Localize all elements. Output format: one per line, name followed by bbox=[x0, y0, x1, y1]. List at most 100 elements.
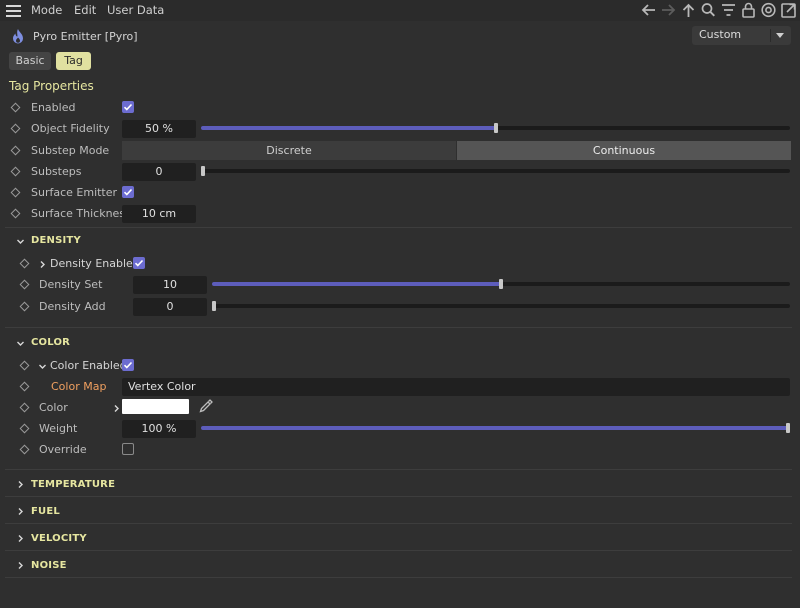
arrow-up-icon[interactable] bbox=[679, 1, 698, 19]
keyframe-diamond-icon[interactable] bbox=[10, 166, 21, 177]
keyframe-diamond-icon[interactable] bbox=[10, 123, 21, 134]
surface-emitter-label: Surface Emitter bbox=[31, 186, 118, 199]
chevron-down-icon[interactable] bbox=[16, 236, 25, 245]
temperature-group-title[interactable]: TEMPERATURE bbox=[31, 479, 115, 490]
preset-dropdown[interactable]: Custom bbox=[692, 26, 791, 45]
divider bbox=[5, 550, 792, 551]
slider-handle[interactable] bbox=[494, 123, 498, 133]
object-title: Pyro Emitter [Pyro] bbox=[33, 30, 138, 43]
slider-handle[interactable] bbox=[212, 301, 216, 311]
divider bbox=[5, 327, 792, 328]
enabled-checkbox[interactable] bbox=[122, 101, 134, 113]
chevron-down-icon bbox=[776, 33, 784, 38]
chevron-right-icon[interactable] bbox=[16, 533, 25, 542]
chevron-right-icon[interactable] bbox=[112, 403, 121, 412]
keyframe-diamond-icon[interactable] bbox=[10, 145, 21, 156]
preset-value: Custom bbox=[699, 28, 742, 41]
weight-label: Weight bbox=[39, 422, 78, 435]
substep-mode-discrete[interactable]: Discrete bbox=[122, 141, 456, 160]
menu-edit[interactable]: Edit bbox=[74, 3, 96, 17]
density-set-label: Density Set bbox=[39, 278, 103, 291]
density-group-title[interactable]: DENSITY bbox=[31, 235, 81, 246]
enabled-label: Enabled bbox=[31, 101, 76, 114]
keyframe-diamond-icon[interactable] bbox=[19, 402, 30, 413]
override-checkbox[interactable] bbox=[122, 443, 134, 455]
keyframe-diamond-icon[interactable] bbox=[10, 187, 21, 198]
slider-handle[interactable] bbox=[499, 279, 503, 289]
substeps-label: Substeps bbox=[31, 165, 82, 178]
color-enabled-label: Color Enabled bbox=[50, 359, 127, 372]
surface-thickness-label: Surface Thickness bbox=[31, 207, 131, 220]
slider-fill bbox=[201, 126, 496, 130]
density-add-field[interactable]: 0 bbox=[133, 298, 207, 316]
velocity-group-title[interactable]: VELOCITY bbox=[31, 533, 87, 544]
dropdown-separator bbox=[770, 29, 771, 42]
object-fidelity-field[interactable]: 50 % bbox=[122, 120, 196, 138]
keyframe-diamond-icon[interactable] bbox=[19, 381, 30, 392]
new-window-icon[interactable] bbox=[779, 1, 798, 19]
surface-thickness-field[interactable]: 10 cm bbox=[122, 205, 196, 223]
fuel-group-title[interactable]: FUEL bbox=[31, 506, 60, 517]
chevron-down-icon[interactable] bbox=[16, 338, 25, 347]
menu-user-data[interactable]: User Data bbox=[107, 3, 164, 17]
color-map-label: Color Map bbox=[51, 380, 107, 393]
keyframe-diamond-icon[interactable] bbox=[19, 258, 30, 269]
surface-emitter-checkbox[interactable] bbox=[122, 186, 134, 198]
substeps-field[interactable]: 0 bbox=[122, 163, 196, 181]
chevron-right-icon[interactable] bbox=[38, 259, 47, 268]
color-map-field[interactable]: Vertex Color bbox=[122, 378, 790, 396]
density-add-slider[interactable] bbox=[212, 301, 790, 311]
noise-group-title[interactable]: NOISE bbox=[31, 560, 67, 571]
override-label: Override bbox=[39, 443, 87, 456]
color-enabled-checkbox[interactable] bbox=[122, 359, 134, 371]
slider-fill bbox=[201, 426, 790, 430]
weight-slider[interactable] bbox=[201, 423, 790, 433]
slider-fill bbox=[212, 282, 501, 286]
pyro-flame-icon bbox=[10, 28, 26, 45]
menu-bar: Mode Edit User Data bbox=[0, 0, 800, 21]
object-fidelity-label: Object Fidelity bbox=[31, 122, 110, 135]
keyframe-diamond-icon[interactable] bbox=[10, 102, 21, 113]
tag-properties-heading: Tag Properties bbox=[9, 79, 94, 93]
color-group-title[interactable]: COLOR bbox=[31, 337, 70, 348]
divider bbox=[5, 469, 792, 470]
divider bbox=[5, 577, 792, 578]
keyframe-diamond-icon[interactable] bbox=[10, 208, 21, 219]
slider-handle[interactable] bbox=[201, 166, 205, 176]
keyframe-diamond-icon[interactable] bbox=[19, 360, 30, 371]
search-icon[interactable] bbox=[699, 1, 718, 19]
arrow-right-icon[interactable] bbox=[659, 1, 678, 19]
color-swatch[interactable] bbox=[122, 399, 189, 414]
density-enabled-checkbox[interactable] bbox=[133, 257, 145, 269]
lock-icon[interactable] bbox=[739, 1, 758, 19]
menu-mode[interactable]: Mode bbox=[31, 3, 62, 17]
keyframe-diamond-icon[interactable] bbox=[19, 279, 30, 290]
chevron-right-icon[interactable] bbox=[16, 506, 25, 515]
hamburger-menu-icon[interactable] bbox=[6, 5, 21, 17]
keyframe-diamond-icon[interactable] bbox=[19, 444, 30, 455]
substep-mode-continuous[interactable]: Continuous bbox=[457, 141, 791, 160]
tab-tag[interactable]: Tag bbox=[56, 52, 91, 70]
substeps-slider[interactable] bbox=[201, 166, 790, 176]
arrow-left-icon[interactable] bbox=[639, 1, 658, 19]
density-set-field[interactable]: 10 bbox=[133, 276, 207, 294]
divider bbox=[5, 496, 792, 497]
keyframe-diamond-icon[interactable] bbox=[19, 423, 30, 434]
object-fidelity-slider[interactable] bbox=[201, 123, 790, 133]
slider-handle[interactable] bbox=[786, 423, 790, 433]
chevron-right-icon[interactable] bbox=[16, 479, 25, 488]
density-add-label: Density Add bbox=[39, 300, 106, 313]
density-enabled-label: Density Enabled bbox=[50, 257, 140, 270]
density-set-slider[interactable] bbox=[212, 279, 790, 289]
keyframe-diamond-icon[interactable] bbox=[19, 301, 30, 312]
target-icon[interactable] bbox=[759, 1, 778, 19]
color-label: Color bbox=[39, 401, 68, 414]
tab-basic[interactable]: Basic bbox=[9, 52, 51, 70]
chevron-down-icon[interactable] bbox=[38, 361, 47, 370]
weight-field[interactable]: 100 % bbox=[122, 420, 196, 438]
eyedropper-icon[interactable] bbox=[198, 398, 214, 414]
divider bbox=[5, 227, 792, 228]
filter-icon[interactable] bbox=[719, 1, 738, 19]
chevron-right-icon[interactable] bbox=[16, 560, 25, 569]
divider bbox=[5, 523, 792, 524]
